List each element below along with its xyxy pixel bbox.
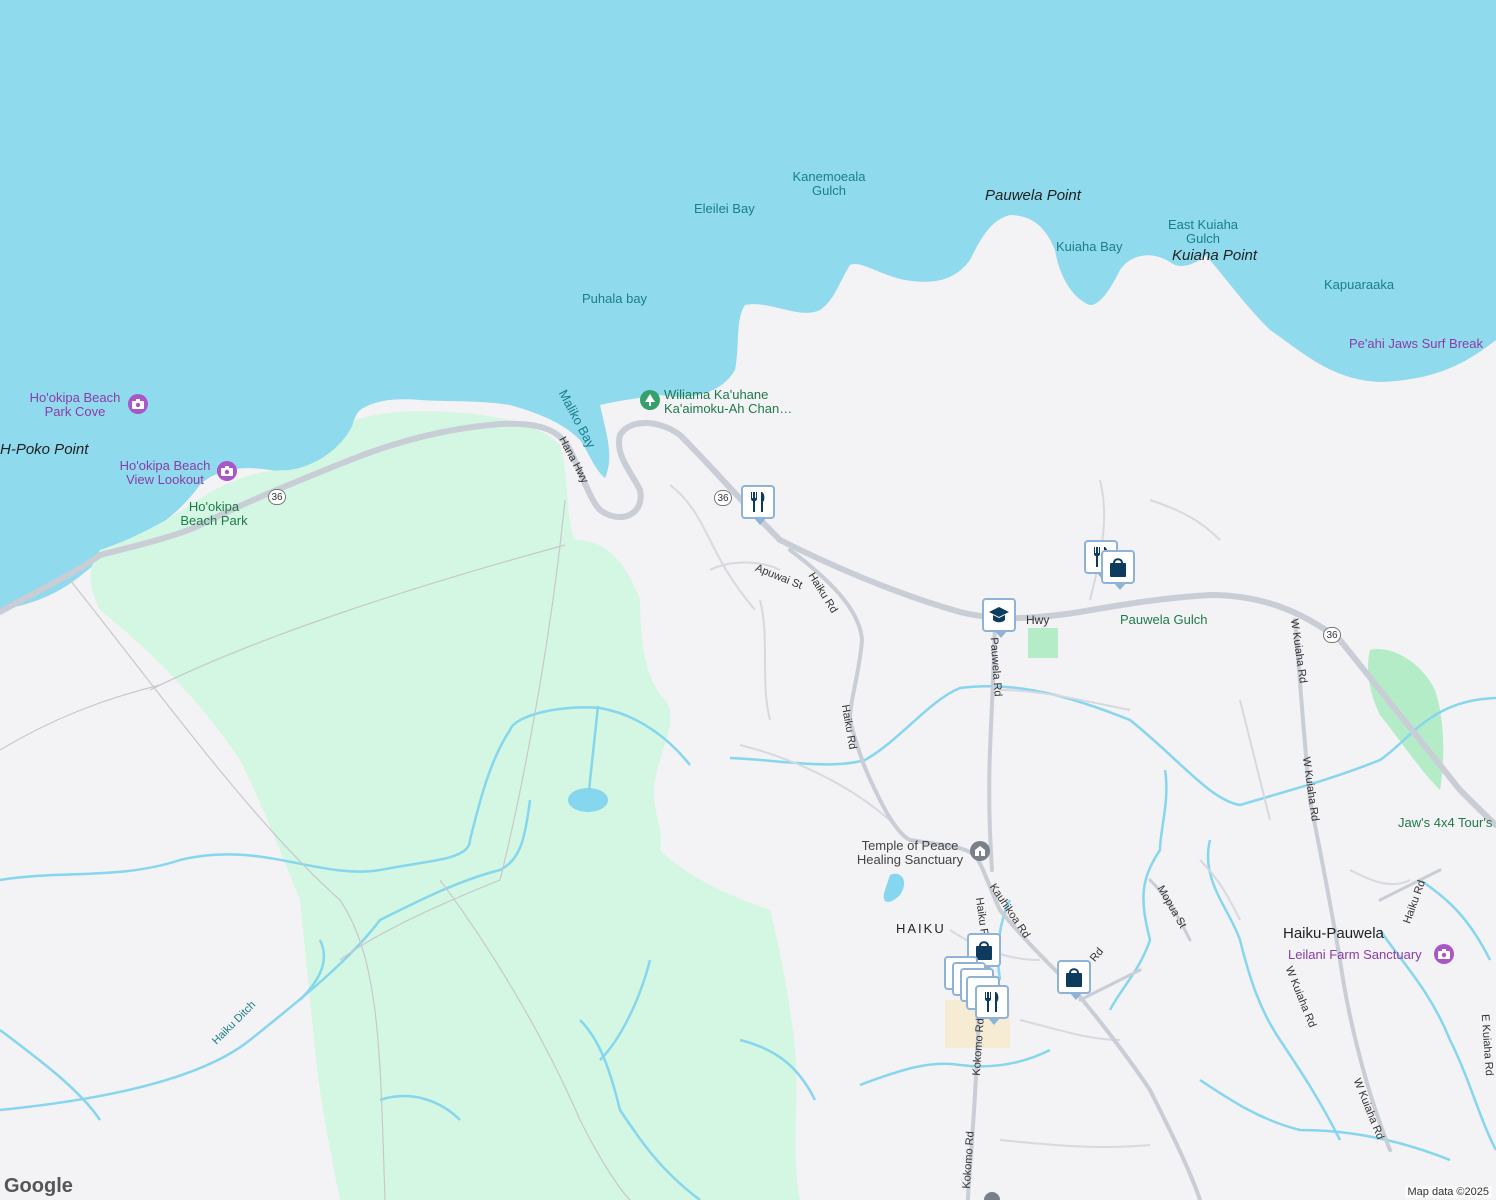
label-haiku: HAIKU bbox=[896, 921, 946, 936]
shopping-pin[interactable] bbox=[1057, 960, 1091, 1000]
label-temple[interactable]: Temple of Peace Healing Sanctuary bbox=[848, 839, 972, 867]
label-kuiaha-point: Kuiaha Point bbox=[1172, 247, 1258, 264]
map-base-layer bbox=[0, 0, 1496, 1200]
label-h-poko-point: H-Poko Point bbox=[0, 441, 89, 458]
label-kanemoeala-gulch: Kanemoeala Gulch bbox=[792, 169, 866, 198]
label-hookipa-cove[interactable]: Ho'okipa Beach Park Cove bbox=[22, 391, 128, 419]
map-attribution[interactable]: Map data ©2025 bbox=[1404, 1186, 1492, 1198]
shopping-bag-icon bbox=[1066, 968, 1082, 987]
restaurant-pin[interactable] bbox=[741, 485, 775, 525]
route-shield-36: 36 bbox=[714, 490, 732, 506]
label-haiku-pauwela: Haiku-Pauwela bbox=[1283, 925, 1384, 942]
label-jaws-tours[interactable]: Jaw's 4x4 Tour's bbox=[1398, 816, 1492, 830]
school-pin[interactable] bbox=[982, 598, 1016, 638]
worship-icon[interactable] bbox=[970, 841, 990, 861]
route-shield-36: 36 bbox=[1323, 627, 1341, 643]
restaurant-icon bbox=[751, 492, 765, 512]
label-wiliama[interactable]: Wiliama Ka'uhane Ka'aimoku-Ah Chan… bbox=[664, 388, 814, 416]
school-icon bbox=[989, 607, 1009, 623]
restaurant-pin[interactable] bbox=[975, 985, 1009, 1025]
camera-icon[interactable] bbox=[217, 461, 237, 481]
camera-icon[interactable] bbox=[128, 394, 148, 414]
route-shield-36: 36 bbox=[268, 489, 286, 505]
camera-icon[interactable] bbox=[1434, 944, 1454, 964]
park-tree-icon[interactable] bbox=[640, 390, 660, 410]
shopping-pin[interactable] bbox=[1101, 550, 1135, 590]
label-pauwela-point: Pauwela Point bbox=[985, 187, 1081, 204]
label-hookipa-lookout[interactable]: Ho'okipa Beach View Lookout bbox=[110, 459, 220, 487]
label-puhala-bay: Puhala bay bbox=[582, 291, 648, 306]
label-hookipa-park[interactable]: Ho'okipa Beach Park bbox=[174, 500, 254, 528]
label-pauwela-gulch[interactable]: Pauwela Gulch bbox=[1120, 613, 1207, 627]
label-kuiaha-bay: Kuiaha Bay bbox=[1056, 239, 1123, 254]
label-leilani-farm[interactable]: Leilani Farm Sanctuary bbox=[1288, 948, 1422, 962]
google-logo[interactable]: Google bbox=[4, 1175, 73, 1198]
label-eleilei-bay: Eleilei Bay bbox=[694, 201, 755, 216]
label-peahi-jaws[interactable]: Pe'ahi Jaws Surf Break bbox=[1349, 337, 1483, 351]
label-east-kuiaha-gulch: East Kuiaha Gulch bbox=[1167, 217, 1239, 246]
map-canvas[interactable]: Eleilei Bay Puhala bay Maliko Bay Kuiaha… bbox=[0, 0, 1496, 1200]
shopping-bag-icon bbox=[1110, 558, 1126, 577]
restaurant-icon bbox=[985, 992, 999, 1012]
road-label-hwy: Hwy bbox=[1026, 613, 1050, 627]
label-kapuaraaka: Kapuaraaka bbox=[1324, 277, 1395, 292]
